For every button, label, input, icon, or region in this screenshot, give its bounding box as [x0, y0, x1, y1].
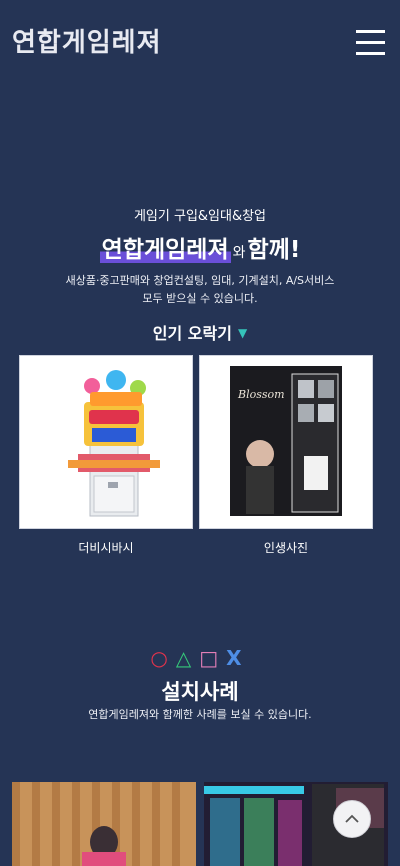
product-card[interactable]: Blossom 인생사진: [199, 355, 373, 556]
intro-description: 새상품·중고판매와 창업컨설팅, 임대, 기계설치, A/S서비스 모두 받으실…: [0, 272, 400, 308]
popular-heading: 인기 오락기 ▼: [0, 320, 400, 344]
cross-icon: X: [226, 646, 250, 670]
cases-title: 설치사례: [161, 680, 239, 704]
triangle-down-icon: ▼: [237, 326, 248, 340]
product-card[interactable]: 더비시바시: [19, 355, 193, 556]
blossom-sign-text: Blossom: [237, 388, 285, 401]
intro-desc-line-1: 새상품·중고판매와 창업컨설팅, 임대, 기계설치, A/S서비스: [65, 274, 335, 287]
product-image[interactable]: [19, 355, 193, 529]
site-header: 연합게임레져: [0, 0, 400, 84]
intro-headline: 연합게임레져 와함께!: [0, 230, 400, 264]
case-photo[interactable]: [12, 782, 196, 866]
with-particle: 와: [232, 245, 246, 261]
product-name[interactable]: 더비시바시: [19, 539, 193, 556]
intro-section: 게임기 구입&임대&창업 연합게임레져 와함께! 새상품·중고판매와 창업컨설팅,…: [0, 205, 400, 308]
scroll-top-button[interactable]: [333, 800, 371, 838]
circle-icon: ○: [150, 646, 176, 670]
product-image[interactable]: Blossom: [199, 355, 373, 529]
intro-desc-line-2: 모두 받으실 수 있습니다.: [142, 292, 258, 305]
together-text: 함께!: [247, 237, 301, 263]
site-logo[interactable]: 연합게임레져: [12, 22, 162, 59]
product-name[interactable]: 인생사진: [199, 539, 373, 556]
triangle-icon: △: [175, 646, 200, 670]
brand-highlight: 연합게임레져: [99, 237, 231, 263]
hamburger-menu-icon[interactable]: [356, 30, 385, 55]
playstation-symbols: ○△□X: [0, 646, 400, 670]
cases-description: 연합게임레져와 함께한 사례를 보실 수 있습니다.: [88, 708, 312, 721]
intro-subtitle: 게임기 구입&임대&창업: [133, 209, 267, 224]
square-icon: □: [199, 646, 227, 670]
chevron-up-icon: [345, 814, 359, 823]
popular-title: 인기 오락기: [152, 324, 232, 343]
